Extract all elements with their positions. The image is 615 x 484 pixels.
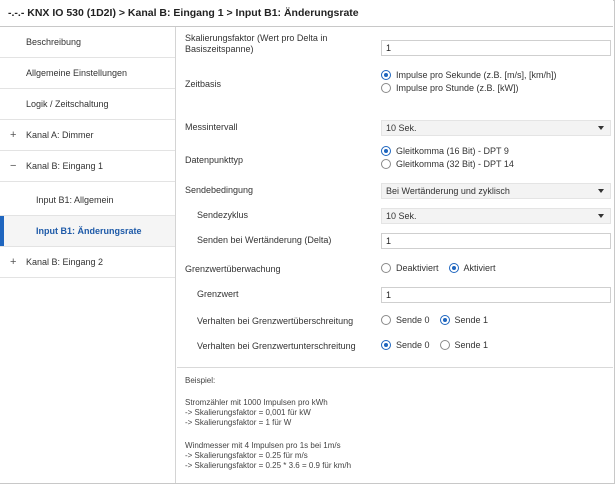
radio-option-sende-0[interactable]: Sende 0 <box>381 340 430 350</box>
param-row-unterschreitung: Verhalten bei Grenzwertunterschreitung S… <box>177 337 613 357</box>
example-line: -> Skalierungsfaktor = 1 für W <box>185 418 292 427</box>
sendezyklus-select[interactable]: 10 Sek. <box>381 208 611 224</box>
param-row-grenzwertueberwachung: Grenzwertüberwachung Deaktiviert Aktivie… <box>177 260 613 280</box>
sidebar-item-input-b1-allgemein[interactable]: Input B1: Allgemein <box>0 185 175 216</box>
collapse-icon[interactable]: − <box>10 160 16 172</box>
example-line: -> Skalierungsfaktor = 0.25 * 3.6 = 0.9 … <box>185 461 352 470</box>
section-divider <box>177 367 613 368</box>
radio-label: Sende 1 <box>454 315 489 325</box>
param-label: Senden bei Wertänderung (Delta) <box>197 235 332 245</box>
param-row-sendebedingung: Sendebedingung Bei Wertänderung und zykl… <box>177 180 613 202</box>
radio-selected-icon[interactable] <box>381 69 391 80</box>
param-label: Messintervall <box>185 122 238 132</box>
skalierungsfaktor-input[interactable]: 1 <box>381 40 611 56</box>
select-value: 10 Sek. <box>386 123 417 133</box>
param-label: Skalierungsfaktor (Wert pro Delta in Bas… <box>185 33 328 54</box>
radio-option-aktiviert[interactable]: Aktiviert <box>448 263 496 273</box>
radio-option-impulse-sekunde[interactable]: Impulse pro Sekunde (z.B. [m/s], [km/h]) <box>381 68 611 81</box>
sidebar: Beschreibung Allgemeine Einstellungen Lo… <box>0 27 176 483</box>
sidebar-item-label: Logik / Zeitschaltung <box>26 99 109 109</box>
param-row-ueberschreitung: Verhalten bei Grenzwertüberschreitung Se… <box>177 312 613 332</box>
param-label: Sendezyklus <box>197 210 249 220</box>
radio-label: Gleitkomma (32 Bit) - DPT 14 <box>396 158 514 169</box>
sidebar-item-kanal-a-dimmer[interactable]: + Kanal A: Dimmer <box>0 120 175 151</box>
sidebar-item-label: Allgemeine Einstellungen <box>26 68 128 78</box>
expand-icon[interactable]: + <box>10 129 16 141</box>
radio-label: Aktiviert <box>463 263 496 273</box>
param-row-messintervall: Messintervall 10 Sek. <box>177 117 613 139</box>
sidebar-item-label: Input B1: Änderungsrate <box>36 226 142 236</box>
radio-selected-icon[interactable] <box>448 263 459 273</box>
radio-option-sende-1[interactable]: Sende 1 <box>439 340 489 350</box>
delta-input[interactable]: 1 <box>381 233 611 249</box>
radio-unselected-icon[interactable] <box>381 263 391 273</box>
param-row-grenzwert: Grenzwert 1 <box>177 284 613 306</box>
param-label: Sendebedingung <box>185 185 254 195</box>
param-row-datenpunkttyp: Datenpunkttyp Gleitkomma (16 Bit) - DPT … <box>177 142 613 172</box>
select-value: Bei Wertänderung und zyklisch <box>386 186 510 196</box>
example-line: -> Skalierungsfaktor = 0.25 für m/s <box>185 451 308 460</box>
radio-unselected-icon[interactable] <box>381 82 391 93</box>
example-block-stromzaehler: Stromzähler mit 1000 Impulsen pro kWh ->… <box>185 398 328 428</box>
radio-label: Deaktiviert <box>396 263 439 273</box>
sidebar-item-label: Input B1: Allgemein <box>36 195 114 205</box>
sidebar-item-beschreibung[interactable]: Beschreibung <box>0 27 175 58</box>
select-value: 10 Sek. <box>386 211 417 221</box>
radio-selected-icon[interactable] <box>439 315 450 325</box>
expand-icon[interactable]: + <box>10 256 16 268</box>
sendebedingung-select[interactable]: Bei Wertänderung und zyklisch <box>381 183 611 199</box>
radio-option-deaktiviert[interactable]: Deaktiviert <box>381 263 439 273</box>
radio-label: Impulse pro Stunde (z.B. [kW]) <box>396 82 519 93</box>
param-label: Verhalten bei Grenzwertüberschreitung <box>197 316 354 326</box>
param-label: Datenpunkttyp <box>185 155 244 165</box>
radio-unselected-icon[interactable] <box>439 340 450 350</box>
sidebar-item-label: Kanal B: Eingang 2 <box>26 257 104 267</box>
radio-unselected-icon[interactable] <box>381 315 391 325</box>
radio-option-sende-0[interactable]: Sende 0 <box>381 315 430 325</box>
param-label: Verhalten bei Grenzwertunterschreitung <box>197 341 356 351</box>
sidebar-item-kanal-b-eingang-2[interactable]: + Kanal B: Eingang 2 <box>0 247 175 278</box>
radio-label: Impulse pro Sekunde (z.B. [m/s], [km/h]) <box>396 69 557 80</box>
radio-option-sende-1[interactable]: Sende 1 <box>439 315 489 325</box>
param-row-sendezyklus: Sendezyklus 10 Sek. <box>177 205 613 227</box>
example-line: Windmesser mit 4 Impulsen pro 1s bei 1m/… <box>185 441 341 450</box>
grenzwert-input[interactable]: 1 <box>381 287 611 303</box>
radio-option-impulse-stunde[interactable]: Impulse pro Stunde (z.B. [kW]) <box>381 81 611 94</box>
radio-label: Gleitkomma (16 Bit) - DPT 9 <box>396 145 509 156</box>
param-row-skalierung: Skalierungsfaktor (Wert pro Delta in Bas… <box>177 33 613 59</box>
sidebar-item-input-b1-aenderungsrate[interactable]: Input B1: Änderungsrate <box>0 216 175 247</box>
example-block-windmesser: Windmesser mit 4 Impulsen pro 1s bei 1m/… <box>185 441 351 471</box>
radio-label: Sende 0 <box>396 315 430 325</box>
radio-unselected-icon[interactable] <box>381 158 391 169</box>
param-label: Grenzwertüberwachung <box>185 264 281 274</box>
chevron-down-icon <box>598 189 604 193</box>
param-row-delta: Senden bei Wertänderung (Delta) 1 <box>177 230 613 252</box>
example-line: Stromzähler mit 1000 Impulsen pro kWh <box>185 398 328 407</box>
sidebar-item-label: Beschreibung <box>26 37 82 47</box>
radio-selected-icon[interactable] <box>381 145 391 156</box>
radio-selected-icon[interactable] <box>381 340 391 350</box>
param-label: Grenzwert <box>197 289 239 299</box>
radio-label: Sende 0 <box>396 340 430 350</box>
sidebar-item-logik-zeitschaltung[interactable]: Logik / Zeitschaltung <box>0 89 175 120</box>
sidebar-item-allgemeine-einstellungen[interactable]: Allgemeine Einstellungen <box>0 58 175 89</box>
param-row-zeitbasis: Zeitbasis Impulse pro Sekunde (z.B. [m/s… <box>177 66 613 96</box>
sidebar-item-label: Kanal A: Dimmer <box>26 130 94 140</box>
chevron-down-icon <box>598 126 604 130</box>
example-line: -> Skalierungsfaktor = 0,001 für kW <box>185 408 311 417</box>
parameter-panel: Skalierungsfaktor (Wert pro Delta in Bas… <box>177 27 613 483</box>
messintervall-select[interactable]: 10 Sek. <box>381 120 611 136</box>
sidebar-item-kanal-b-eingang-1[interactable]: − Kanal B: Eingang 1 <box>0 151 175 182</box>
sidebar-item-label: Kanal B: Eingang 1 <box>26 161 104 171</box>
chevron-down-icon <box>598 214 604 218</box>
param-label: Zeitbasis <box>185 79 222 89</box>
breadcrumb-title: -.-.- KNX IO 530 (1D2I) > Kanal B: Einga… <box>0 0 613 27</box>
radio-option-dpt9[interactable]: Gleitkomma (16 Bit) - DPT 9 <box>381 144 611 157</box>
radio-label: Sende 1 <box>454 340 489 350</box>
example-heading: Beispiel: <box>185 376 216 385</box>
radio-option-dpt14[interactable]: Gleitkomma (32 Bit) - DPT 14 <box>381 157 611 170</box>
